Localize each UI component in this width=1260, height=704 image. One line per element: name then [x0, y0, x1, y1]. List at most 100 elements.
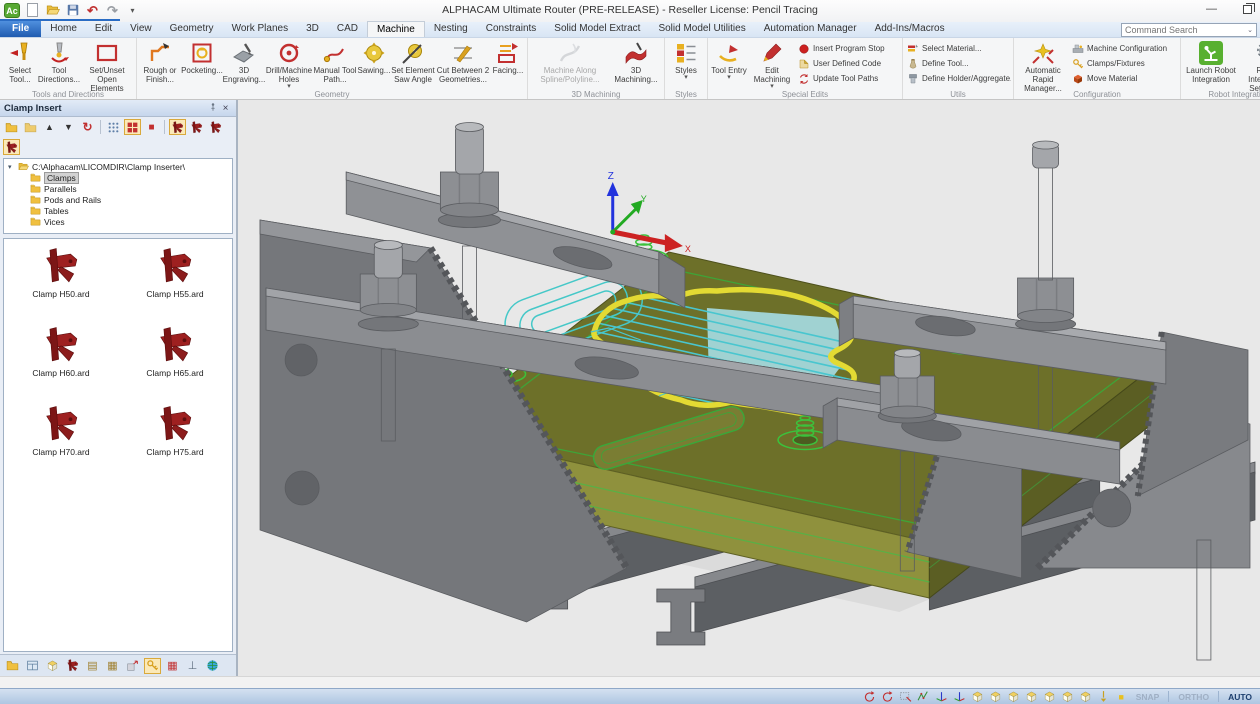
export-box-icon[interactable]	[124, 658, 141, 674]
3d-machining-button[interactable]: 3D Machining...	[610, 39, 662, 87]
split-window-icon[interactable]	[24, 658, 41, 674]
small-thumbnails-icon[interactable]	[105, 119, 122, 135]
update-tool-paths-button[interactable]: Update Tool Paths	[796, 72, 900, 85]
tree-item-clamps[interactable]: Clamps	[4, 172, 232, 183]
tree-expand-icon[interactable]: ▾	[8, 163, 15, 171]
list-item[interactable]: Clamp H75.ard	[118, 405, 232, 484]
ortho-toggle[interactable]: ORTHO	[1174, 692, 1213, 702]
tree-item-parallels[interactable]: Parallels	[4, 183, 232, 194]
polyline-measure-icon[interactable]	[916, 690, 931, 703]
pin-icon[interactable]	[206, 102, 219, 115]
select-tool-button[interactable]: Select Tool...	[2, 39, 38, 87]
iso-view-icon[interactable]	[1042, 690, 1057, 703]
tab-solid-model-extract[interactable]: Solid Model Extract	[545, 21, 649, 37]
insert-program-stop-button[interactable]: Insert Program Stop	[796, 42, 900, 55]
tree-root[interactable]: ▾ C:\Alphacam\LICOMDIR\Clamp Inserter\	[4, 161, 232, 172]
tab-work-planes[interactable]: Work Planes	[223, 21, 298, 37]
edit-machining-button[interactable]: Edit Machining ▾	[748, 39, 796, 87]
tab-file[interactable]: File	[0, 21, 41, 37]
snap-marker-icon[interactable]: ■	[1114, 690, 1129, 703]
list-item[interactable]: Clamp H50.ard	[4, 247, 118, 326]
user-defined-code-button[interactable]: User Defined Code	[796, 57, 900, 70]
launch-robot-integration-button[interactable]: Launch Robot Integration	[1183, 39, 1239, 87]
delete-item-icon[interactable]	[22, 119, 39, 135]
tab-home[interactable]: Home	[41, 21, 86, 37]
list-item[interactable]: Clamp H70.ard	[4, 405, 118, 484]
drop-axis-icon[interactable]	[1096, 690, 1111, 703]
list-item[interactable]: Clamp H65.ard	[118, 326, 232, 405]
insert-clamp-icon[interactable]	[169, 119, 186, 135]
cut-between-2-geometries-button[interactable]: Cut Between 2 Geometries...	[435, 39, 491, 87]
orbit-view-icon[interactable]	[880, 690, 895, 703]
iso-view-icon[interactable]	[1060, 690, 1075, 703]
snap-toggle[interactable]: SNAP	[1132, 692, 1164, 702]
tab-geometry[interactable]: Geometry	[161, 21, 223, 37]
tree-item-tables[interactable]: Tables	[4, 205, 232, 216]
list-item[interactable]: Clamp H60.ard	[4, 326, 118, 405]
tab-machine[interactable]: Machine	[367, 21, 425, 37]
minimize-button[interactable]: —	[1206, 3, 1217, 15]
chevron-down-icon[interactable]: ⌄	[1247, 26, 1256, 34]
cabinet-icon[interactable]: ▦	[104, 658, 121, 674]
refresh-icon[interactable]: ↻	[79, 119, 96, 135]
pocketing-button[interactable]: Pocketing...	[181, 39, 223, 87]
tool-directions-button[interactable]: Tool Directions...	[38, 39, 80, 87]
move-up-icon[interactable]: ▲	[41, 119, 58, 135]
move-material-button[interactable]: Move Material	[1070, 72, 1178, 85]
tab-add-ins-macros[interactable]: Add-Ins/Macros	[866, 21, 954, 37]
move-down-icon[interactable]: ▼	[60, 119, 77, 135]
iso-view-icon[interactable]	[1024, 690, 1039, 703]
machine-along-spline-button[interactable]: Machine Along Spline/Polyline...	[530, 39, 610, 87]
tab-constraints[interactable]: Constraints	[477, 21, 546, 37]
rough-or-finish-button[interactable]: Rough or Finish...	[139, 39, 181, 87]
folder-icon[interactable]	[4, 658, 21, 674]
auto-toggle[interactable]: AUTO	[1224, 692, 1256, 702]
axis-triad-icon[interactable]	[934, 690, 949, 703]
insert-clamp-mirror-icon[interactable]	[207, 119, 224, 135]
tab-3d[interactable]: 3D	[297, 21, 328, 37]
styles-button[interactable]: Styles ▾	[667, 39, 705, 87]
iso-view-icon[interactable]	[1006, 690, 1021, 703]
3d-engraving-button[interactable]: 3D Engraving...	[223, 39, 265, 87]
command-search-input[interactable]	[1122, 25, 1247, 35]
close-icon[interactable]: ×	[219, 103, 232, 114]
automatic-rapid-manager-button[interactable]: Automatic Rapid Manager...	[1016, 39, 1070, 87]
tool-entry-button[interactable]: Tool Entry ▾	[710, 39, 748, 87]
viewport-3d[interactable]: Z Y X	[238, 100, 1260, 676]
list-item[interactable]: Clamp H55.ard	[118, 247, 232, 326]
restore-button[interactable]	[1243, 5, 1252, 14]
iso-view-icon[interactable]	[970, 690, 985, 703]
axis-triad-alt-icon[interactable]	[952, 690, 967, 703]
red-grid-icon[interactable]: ▦	[164, 658, 181, 674]
tree-item-pods-and-rails[interactable]: Pods and Rails	[4, 194, 232, 205]
world-icon[interactable]	[204, 658, 221, 674]
tab-cad[interactable]: CAD	[328, 21, 367, 37]
robot-integration-settings-button[interactable]: Robot Integration Settings...	[1239, 39, 1260, 87]
plumb-line-icon[interactable]: ⊥	[184, 658, 201, 674]
tab-view[interactable]: View	[121, 21, 161, 37]
drill-machine-holes-button[interactable]: Drill/Machine Holes ▾	[265, 39, 313, 87]
tree-item-vices[interactable]: Vices	[4, 216, 232, 227]
iso-view-icon[interactable]	[988, 690, 1003, 703]
set-unset-open-elements-button[interactable]: Set/Unset Open Elements	[80, 39, 134, 87]
tab-automation-manager[interactable]: Automation Manager	[755, 21, 866, 37]
manual-tool-path-button[interactable]: Manual Tool Path...	[313, 39, 357, 87]
define-holder-aggregate-button[interactable]: Define Holder/Aggregate...	[905, 72, 1011, 85]
key-icon[interactable]	[144, 658, 161, 674]
tab-nesting[interactable]: Nesting	[425, 21, 477, 37]
tab-edit[interactable]: Edit	[86, 21, 121, 37]
sawing-button[interactable]: Sawing...	[357, 39, 391, 87]
solid-view-icon[interactable]: ■	[143, 119, 160, 135]
tab-solid-model-utilities[interactable]: Solid Model Utilities	[649, 21, 754, 37]
set-element-saw-angle-button[interactable]: Set Element Saw Angle	[391, 39, 435, 87]
add-folder-icon[interactable]	[3, 119, 20, 135]
large-thumbnails-icon[interactable]	[124, 119, 141, 135]
active-clamp-mode-icon[interactable]	[3, 139, 20, 155]
clamps-fixtures-button[interactable]: Clamps/Fixtures	[1070, 57, 1178, 70]
rotate-view-icon[interactable]	[862, 690, 877, 703]
facing-button[interactable]: Facing...	[491, 39, 525, 87]
clamp-icon[interactable]	[64, 658, 81, 674]
material-box-icon[interactable]	[44, 658, 61, 674]
zoom-window-icon[interactable]	[898, 690, 913, 703]
select-material-button[interactable]: Select Material...	[905, 42, 1011, 55]
